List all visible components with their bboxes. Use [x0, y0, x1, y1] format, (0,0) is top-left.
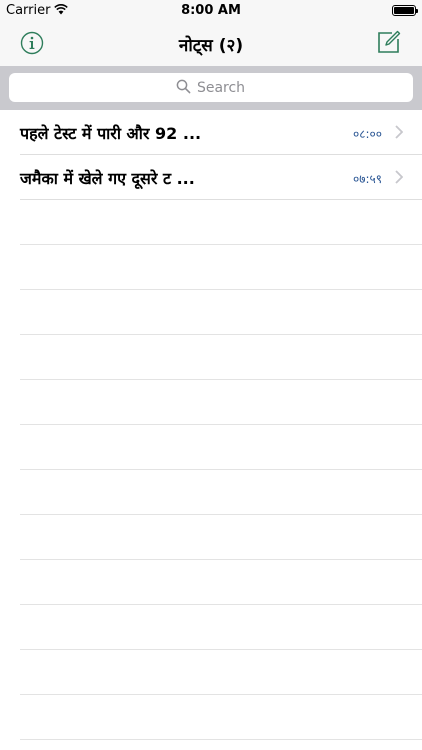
note-title: जमैका में खेले गए दूसरे ट ...: [20, 169, 195, 188]
status-time: 8:00 AM: [181, 3, 241, 18]
empty-row: [20, 290, 422, 335]
empty-row: [20, 560, 422, 605]
empty-row: [20, 605, 422, 650]
empty-row: [20, 335, 422, 380]
chevron-right-icon: [395, 170, 403, 184]
note-title: पहले टेस्ट में पारी और 92 ...: [20, 124, 202, 143]
navigation-bar: नोट्स (२): [0, 22, 422, 66]
empty-row: [20, 380, 422, 425]
page-title: नोट्स (२): [178, 36, 244, 56]
empty-row: [20, 515, 422, 560]
empty-row: [20, 245, 422, 290]
search-bar: [0, 66, 422, 110]
empty-row: [20, 650, 422, 695]
note-row[interactable]: जमैका में खेले गए दूसरे ट ... ०७:५९: [20, 155, 422, 200]
note-time: ०८:००: [352, 127, 382, 141]
empty-row: [20, 425, 422, 470]
note-time: ०७:५९: [352, 172, 382, 186]
compose-icon[interactable]: [376, 29, 402, 55]
search-field[interactable]: [9, 73, 413, 102]
note-row[interactable]: पहले टेस्ट में पारी और 92 ... ०८:००: [20, 110, 422, 155]
empty-row: [20, 695, 422, 740]
battery-icon: [392, 5, 418, 16]
empty-row: [20, 200, 422, 245]
empty-row: [20, 470, 422, 515]
status-bar: Carrier 8:00 AM: [0, 0, 422, 22]
search-input[interactable]: [9, 73, 413, 102]
chevron-right-icon: [395, 125, 403, 139]
notes-list: पहले टेस्ट में पारी और 92 ... ०८:०० जमैक…: [0, 110, 422, 750]
